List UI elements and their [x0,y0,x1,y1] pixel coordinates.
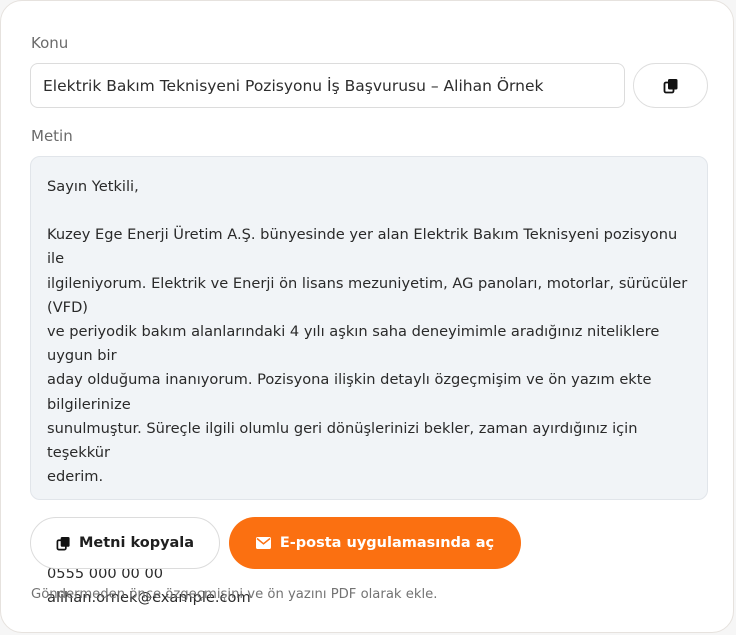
open-mail-app-button[interactable]: E-posta uygulamasında aç [229,517,521,569]
body-textarea[interactable]: Sayın Yetkili, Kuzey Ege Enerji Üretim A… [30,156,708,606]
copy-text-button[interactable]: Metni kopyala [30,517,220,569]
email-composer-card: Konu Elektrik Bakım Teknisyeni Pozisyonu… [0,0,734,633]
paragraph-line: ilgileniyorum. Elektrik ve Enerji ön lis… [47,274,688,316]
copy-subject-button[interactable] [633,63,708,108]
subject-label: Konu [31,34,69,52]
paragraph-line: sunulmuştur. Süreçle ilgili olumlu geri … [47,419,638,462]
paragraph-line: ve periyodik bakım alanlarındaki 4 yılı … [47,323,660,365]
copy-icon [56,536,71,551]
subject-value: Elektrik Bakım Teknisyeni Pozisyonu İş B… [43,76,544,95]
greeting-line: Sayın Yetkili, [47,178,139,195]
body-label: Metin [31,127,73,145]
paragraph-line: Kuzey Ege Enerji Üretim A.Ş. bünyesinde … [47,226,678,268]
paragraph-line: ederim. [47,468,104,486]
copy-icon [663,78,679,94]
subject-field[interactable]: Elektrik Bakım Teknisyeni Pozisyonu İş B… [30,63,625,108]
open-mail-app-label: E-posta uygulamasında aç [279,535,495,551]
envelope-icon [255,537,271,549]
paragraph-line: aday olduğuma inanıyorum. Pozisyona iliş… [47,371,652,413]
attachment-hint: Göndermeden önce özgeçmişini ve ön yazın… [31,587,438,602]
copy-text-label: Metni kopyala [78,535,195,551]
